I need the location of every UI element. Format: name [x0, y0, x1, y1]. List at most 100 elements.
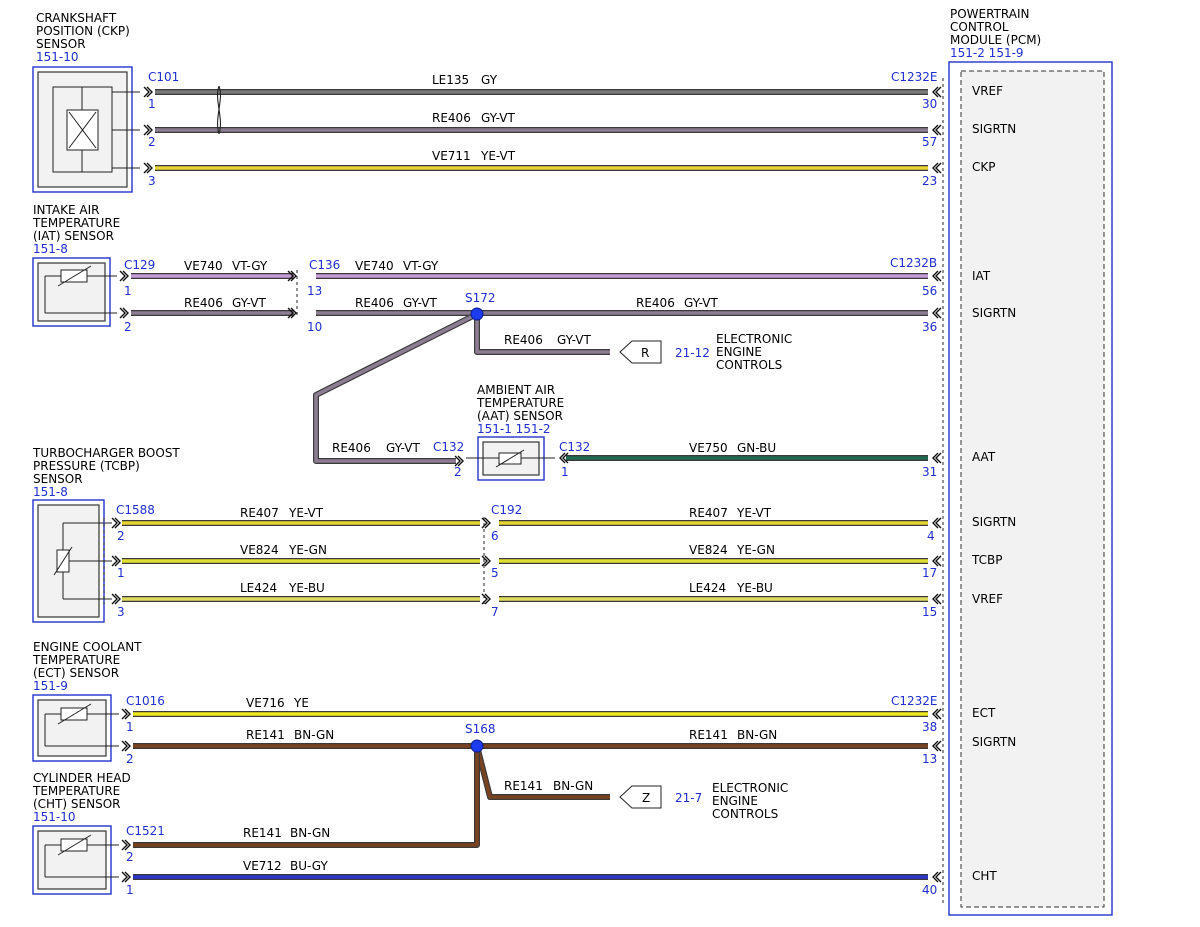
connector-c1521: C1521	[126, 824, 165, 838]
aat-name-3: (AAT) SENSOR	[477, 409, 563, 423]
reference-name-3: CONTROLS	[712, 807, 778, 821]
pcm-pin-sigrtn: SIGRTN	[972, 735, 1016, 749]
wire-color: VT-GY	[232, 259, 268, 273]
wire-circuit: RE406	[636, 296, 675, 310]
connector-arrow	[932, 517, 942, 529]
pin-number: 30	[922, 97, 937, 111]
wire-color: BN-GN	[290, 826, 330, 840]
connector-arrow	[932, 162, 942, 174]
wire-color: GY-VT	[386, 441, 420, 455]
aat-name-1: AMBIENT AIR	[477, 383, 555, 397]
ckp-name-1: CRANKSHAFT	[36, 11, 117, 25]
pin-number: 1	[117, 566, 125, 580]
connector-arrow	[121, 740, 131, 752]
wire-circuit: RE406	[432, 111, 471, 125]
iat-name-3: (IAT) SENSOR	[33, 229, 114, 243]
tcbp-name-3: SENSOR	[33, 472, 83, 486]
wire-color: GY-VT	[684, 296, 718, 310]
pin-number: 10	[307, 320, 322, 334]
connector-c129: C129	[124, 258, 155, 272]
connector-c192: C192	[491, 503, 522, 517]
wire-color: GN-BU	[737, 441, 776, 455]
wire-circuit: RE141	[689, 728, 728, 742]
cht-name-1: CYLINDER HEAD	[33, 771, 131, 785]
wire-color: YE-GN	[288, 543, 327, 557]
tcbp-name-2: PRESSURE (TCBP)	[33, 459, 140, 473]
pin-number: 13	[307, 284, 322, 298]
connector-arrow	[111, 593, 121, 605]
connector-c136: C136	[309, 258, 340, 272]
ect-name-3: (ECT) SENSOR	[33, 666, 119, 680]
tcbp-ref: 151-8	[33, 485, 68, 499]
wire-circuit: VE711	[432, 149, 471, 163]
connector-arrow	[932, 740, 942, 752]
pin-number: 2	[124, 320, 132, 334]
pin-number: 4	[927, 529, 935, 543]
connector-arrow	[143, 124, 153, 136]
connector-c132: C132	[433, 440, 464, 454]
pin-number: 7	[491, 605, 499, 619]
wire-color: VT-GY	[403, 259, 439, 273]
connector-arrow	[454, 455, 464, 467]
connector-arrow	[932, 452, 942, 464]
pin-number: 57	[922, 135, 937, 149]
connector-arrow	[143, 86, 153, 98]
pcm-module: POWERTRAIN CONTROL MODULE (PCM) 151-2 15…	[942, 7, 1113, 916]
iat-ref: 151-8	[33, 242, 68, 256]
wire-circuit: VE824	[240, 543, 279, 557]
ckp-name-2: POSITION (CKP)	[36, 24, 130, 38]
wire-circuit: RE141	[246, 728, 285, 742]
reference-tag-letter: R	[641, 346, 649, 360]
wire-color: GY-VT	[403, 296, 437, 310]
connector-arrow	[932, 307, 942, 319]
ect-name-1: ENGINE COOLANT	[33, 640, 142, 654]
connector-arrow	[481, 517, 491, 529]
connector-arrow	[932, 86, 942, 98]
reference-page: 21-7	[675, 791, 702, 805]
pin-number: 2	[126, 752, 134, 766]
pin-number: 1	[148, 97, 156, 111]
wire-circuit: RE406	[184, 296, 223, 310]
pin-number: 15	[922, 605, 937, 619]
pcm-body	[960, 70, 1105, 908]
wire-circuit: VE716	[246, 696, 285, 710]
reference-name-1: ELECTRONIC	[712, 781, 788, 795]
iat-name-2: TEMPERATURE	[32, 216, 120, 230]
offpage-reference-z: Z 21-7 ELECTRONIC ENGINE CONTROLS	[619, 781, 788, 821]
connector-arrow	[932, 555, 942, 567]
wire-color: BN-GN	[553, 779, 593, 793]
connector-arrow	[932, 708, 942, 720]
wire-color: YE-VT	[480, 149, 516, 163]
pcm-pin-sigrtn: SIGRTN	[972, 306, 1016, 320]
offpage-reference-r: R 21-12 ELECTRONIC ENGINE CONTROLS	[619, 332, 792, 372]
reference-tag	[619, 785, 662, 809]
connector-arrow	[121, 871, 131, 883]
connector-arrow	[119, 307, 129, 319]
pin-numbers: 1 30 2 57 3 23 1 13 56 2 10 36 2 1 31 2 …	[117, 97, 937, 897]
connector-c1016: C1016	[126, 694, 165, 708]
connector-arrow	[111, 555, 121, 567]
pin-number: 13	[922, 752, 937, 766]
pcm-name-2: CONTROL	[950, 20, 1009, 34]
wire-color: BU-GY	[290, 859, 328, 873]
connector-arrow	[121, 708, 131, 720]
connector-c101: C101	[148, 70, 179, 84]
connector-c1232e: C1232E	[891, 70, 938, 84]
reference-tag-letter: Z	[642, 791, 650, 805]
splice-s168	[470, 739, 484, 753]
pin-number: 17	[922, 566, 937, 580]
pcm-name-1: POWERTRAIN	[950, 7, 1030, 21]
pin-number: 2	[454, 465, 462, 479]
pin-number: 2	[126, 850, 134, 864]
aat-name-2: TEMPERATURE	[476, 396, 564, 410]
connector-arrow	[932, 270, 942, 282]
connector-c1232b: C1232B	[890, 256, 937, 270]
wire-circuit: VE740	[184, 259, 223, 273]
reference-name-3: CONTROLS	[716, 358, 782, 372]
wire-circuit: VE740	[355, 259, 394, 273]
wire-circuit: RE141	[504, 779, 543, 793]
wire-circuit: RE407	[689, 506, 728, 520]
reference-name-2: ENGINE	[712, 794, 758, 808]
wire-circuit: LE424	[689, 581, 726, 595]
pcm-pin-tcbp: TCBP	[971, 553, 1002, 567]
